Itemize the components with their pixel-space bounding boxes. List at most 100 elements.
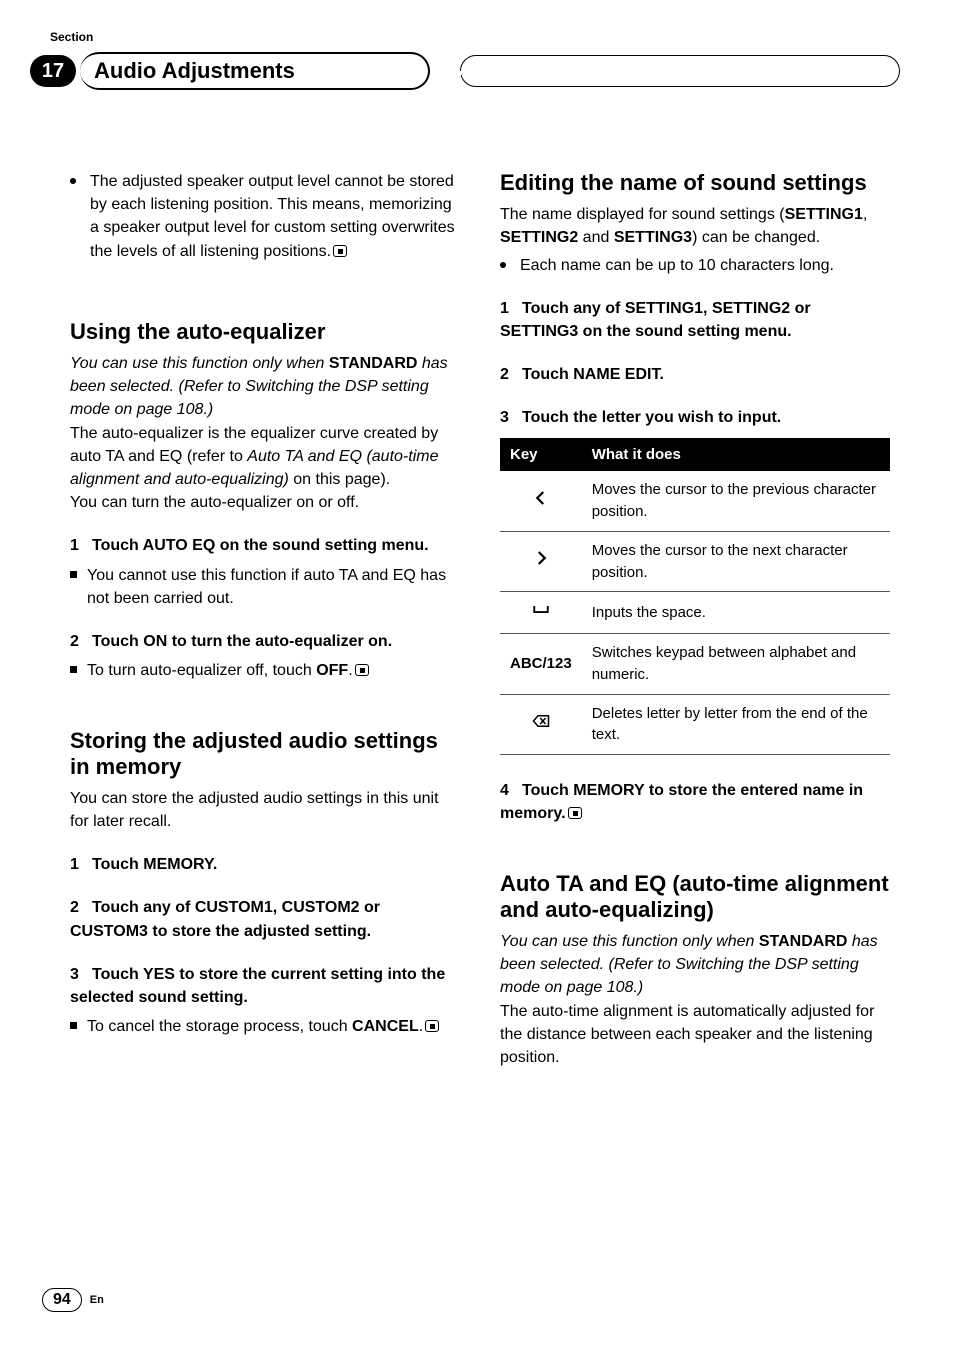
- step: 2Touch NAME EDIT.: [500, 363, 890, 386]
- heading-editing-name: Editing the name of sound settings: [500, 170, 890, 195]
- square-bullet-icon: [70, 666, 77, 673]
- text: and: [578, 229, 614, 246]
- header-title-container: Audio Adjustments: [80, 52, 430, 90]
- text: The name displayed for sound settings (: [500, 206, 785, 223]
- text: ) can be changed.: [692, 229, 820, 246]
- end-section-icon: [568, 807, 582, 819]
- note-text: To cancel the storage process, touch: [87, 1018, 352, 1035]
- header-title: Audio Adjustments: [94, 58, 295, 84]
- paragraph: The auto-equalizer is the equalizer curv…: [70, 422, 460, 492]
- step: 2Touch any of CUSTOM1, CUSTOM2 or CUSTOM…: [70, 896, 460, 942]
- paragraph: You can turn the auto-equalizer on or of…: [70, 491, 460, 514]
- step-text: Touch MEMORY to store the entered name i…: [500, 782, 863, 822]
- step-number: 3: [70, 963, 92, 986]
- key-cell-abc123: ABC/123: [500, 634, 582, 695]
- text: on this page).: [289, 471, 390, 488]
- bold-text: STANDARD: [759, 933, 848, 950]
- heading-storing-audio: Storing the adjusted audio settings in m…: [70, 728, 460, 779]
- chevron-left-icon: [532, 489, 550, 507]
- bold-text: OFF: [316, 662, 348, 679]
- note-text: You cannot use this function if auto TA …: [87, 564, 460, 610]
- step-number: 2: [70, 630, 92, 653]
- note-text: .: [419, 1018, 423, 1035]
- chevron-right-icon: [532, 549, 550, 567]
- step: 1Touch MEMORY.: [70, 853, 460, 876]
- table-row: Deletes letter by letter from the end of…: [500, 694, 890, 755]
- bold-text: SETTING2: [500, 229, 578, 246]
- key-cell-right-arrow: [500, 531, 582, 592]
- left-column: The adjusted speaker output level cannot…: [70, 170, 460, 1069]
- bullet: Each name can be up to 10 characters lon…: [500, 254, 890, 277]
- desc-cell: Switches keypad between alphabet and num…: [582, 634, 890, 695]
- step: 3Touch the letter you wish to input.: [500, 406, 890, 429]
- step-number: 1: [500, 297, 522, 320]
- desc-cell: Inputs the space.: [582, 592, 890, 634]
- bold-text: SETTING1: [785, 206, 863, 223]
- step-text: Touch any of CUSTOM1, CUSTOM2 or CUSTOM3…: [70, 899, 380, 939]
- step-text: Touch ON to turn the auto-equalizer on.: [92, 633, 392, 650]
- step-text: Touch AUTO EQ on the sound setting menu.: [92, 537, 429, 554]
- italic-text: You can use this function only when: [500, 933, 759, 950]
- paragraph: You can use this function only when STAN…: [500, 930, 890, 1000]
- bold-text: SETTING3: [614, 229, 692, 246]
- bold-text: CANCEL: [352, 1018, 419, 1035]
- heading-auto-equalizer: Using the auto-equalizer: [70, 319, 460, 344]
- note-text: .: [348, 662, 352, 679]
- heading-auto-ta-eq: Auto TA and EQ (auto-time alignment and …: [500, 871, 890, 922]
- square-bullet-icon: [70, 1022, 77, 1029]
- desc-cell: Deletes letter by letter from the end of…: [582, 694, 890, 755]
- step-note: To turn auto-equalizer off, touch OFF.: [70, 659, 460, 682]
- step-text: Touch any of SETTING1, SETTING2 or SETTI…: [500, 300, 811, 340]
- square-bullet-icon: [70, 571, 77, 578]
- right-column: Editing the name of sound settings The n…: [500, 170, 890, 1069]
- section-label: Section: [50, 30, 93, 44]
- step-text: Touch MEMORY.: [92, 856, 217, 873]
- key-cell-left-arrow: [500, 471, 582, 531]
- bullet-text: Each name can be up to 10 characters lon…: [520, 254, 890, 277]
- step: 2Touch ON to turn the auto-equalizer on.…: [70, 630, 460, 682]
- bullet-icon: [70, 178, 76, 184]
- backspace-icon: [530, 712, 552, 730]
- key-table: Key What it does Moves the cursor to the…: [500, 438, 890, 756]
- paragraph: The name displayed for sound settings (S…: [500, 203, 890, 249]
- step-number: 1: [70, 853, 92, 876]
- table-header-key: Key: [500, 438, 582, 472]
- step: 3Touch YES to store the current setting …: [70, 963, 460, 1039]
- step: 1Touch AUTO EQ on the sound setting menu…: [70, 534, 460, 610]
- paragraph: You can store the adjusted audio setting…: [70, 787, 460, 833]
- desc-cell: Moves the cursor to the next character p…: [582, 531, 890, 592]
- bullet-icon: [500, 262, 506, 268]
- end-section-icon: [425, 1020, 439, 1032]
- end-section-icon: [333, 245, 347, 257]
- paragraph: The auto-time alignment is automatically…: [500, 1000, 890, 1070]
- space-icon: [528, 600, 554, 618]
- table-row: ABC/123 Switches keypad between alphabet…: [500, 634, 890, 695]
- end-section-icon: [355, 664, 369, 676]
- page-number: 94: [42, 1288, 82, 1312]
- language-code: En: [90, 1294, 104, 1306]
- table-header-desc: What it does: [582, 438, 890, 472]
- table-row: Moves the cursor to the previous charact…: [500, 471, 890, 531]
- table-row: Inputs the space.: [500, 592, 890, 634]
- top-bullet-text: The adjusted speaker output level cannot…: [90, 173, 455, 260]
- step: 4Touch MEMORY to store the entered name …: [500, 779, 890, 825]
- table-row: Moves the cursor to the next character p…: [500, 531, 890, 592]
- key-cell-delete: [500, 694, 582, 755]
- step-note: You cannot use this function if auto TA …: [70, 564, 460, 610]
- note-text: To turn auto-equalizer off, touch: [87, 662, 316, 679]
- footer: 94 En: [42, 1288, 104, 1312]
- paragraph: You can use this function only when STAN…: [70, 352, 460, 422]
- header-blank-pill: [460, 55, 900, 87]
- step-number: 2: [500, 363, 522, 386]
- step-text: Touch YES to store the current setting i…: [70, 966, 445, 1006]
- step-number: 3: [500, 406, 522, 429]
- step-text: Touch NAME EDIT.: [522, 366, 664, 383]
- bold-text: STANDARD: [329, 355, 418, 372]
- step: 1Touch any of SETTING1, SETTING2 or SETT…: [500, 297, 890, 343]
- step-number: 2: [70, 896, 92, 919]
- top-bullet: The adjusted speaker output level cannot…: [70, 170, 460, 263]
- step-number: 4: [500, 779, 522, 802]
- text: ,: [863, 206, 867, 223]
- section-number-badge: 17: [30, 55, 76, 87]
- step-text: Touch the letter you wish to input.: [522, 409, 781, 426]
